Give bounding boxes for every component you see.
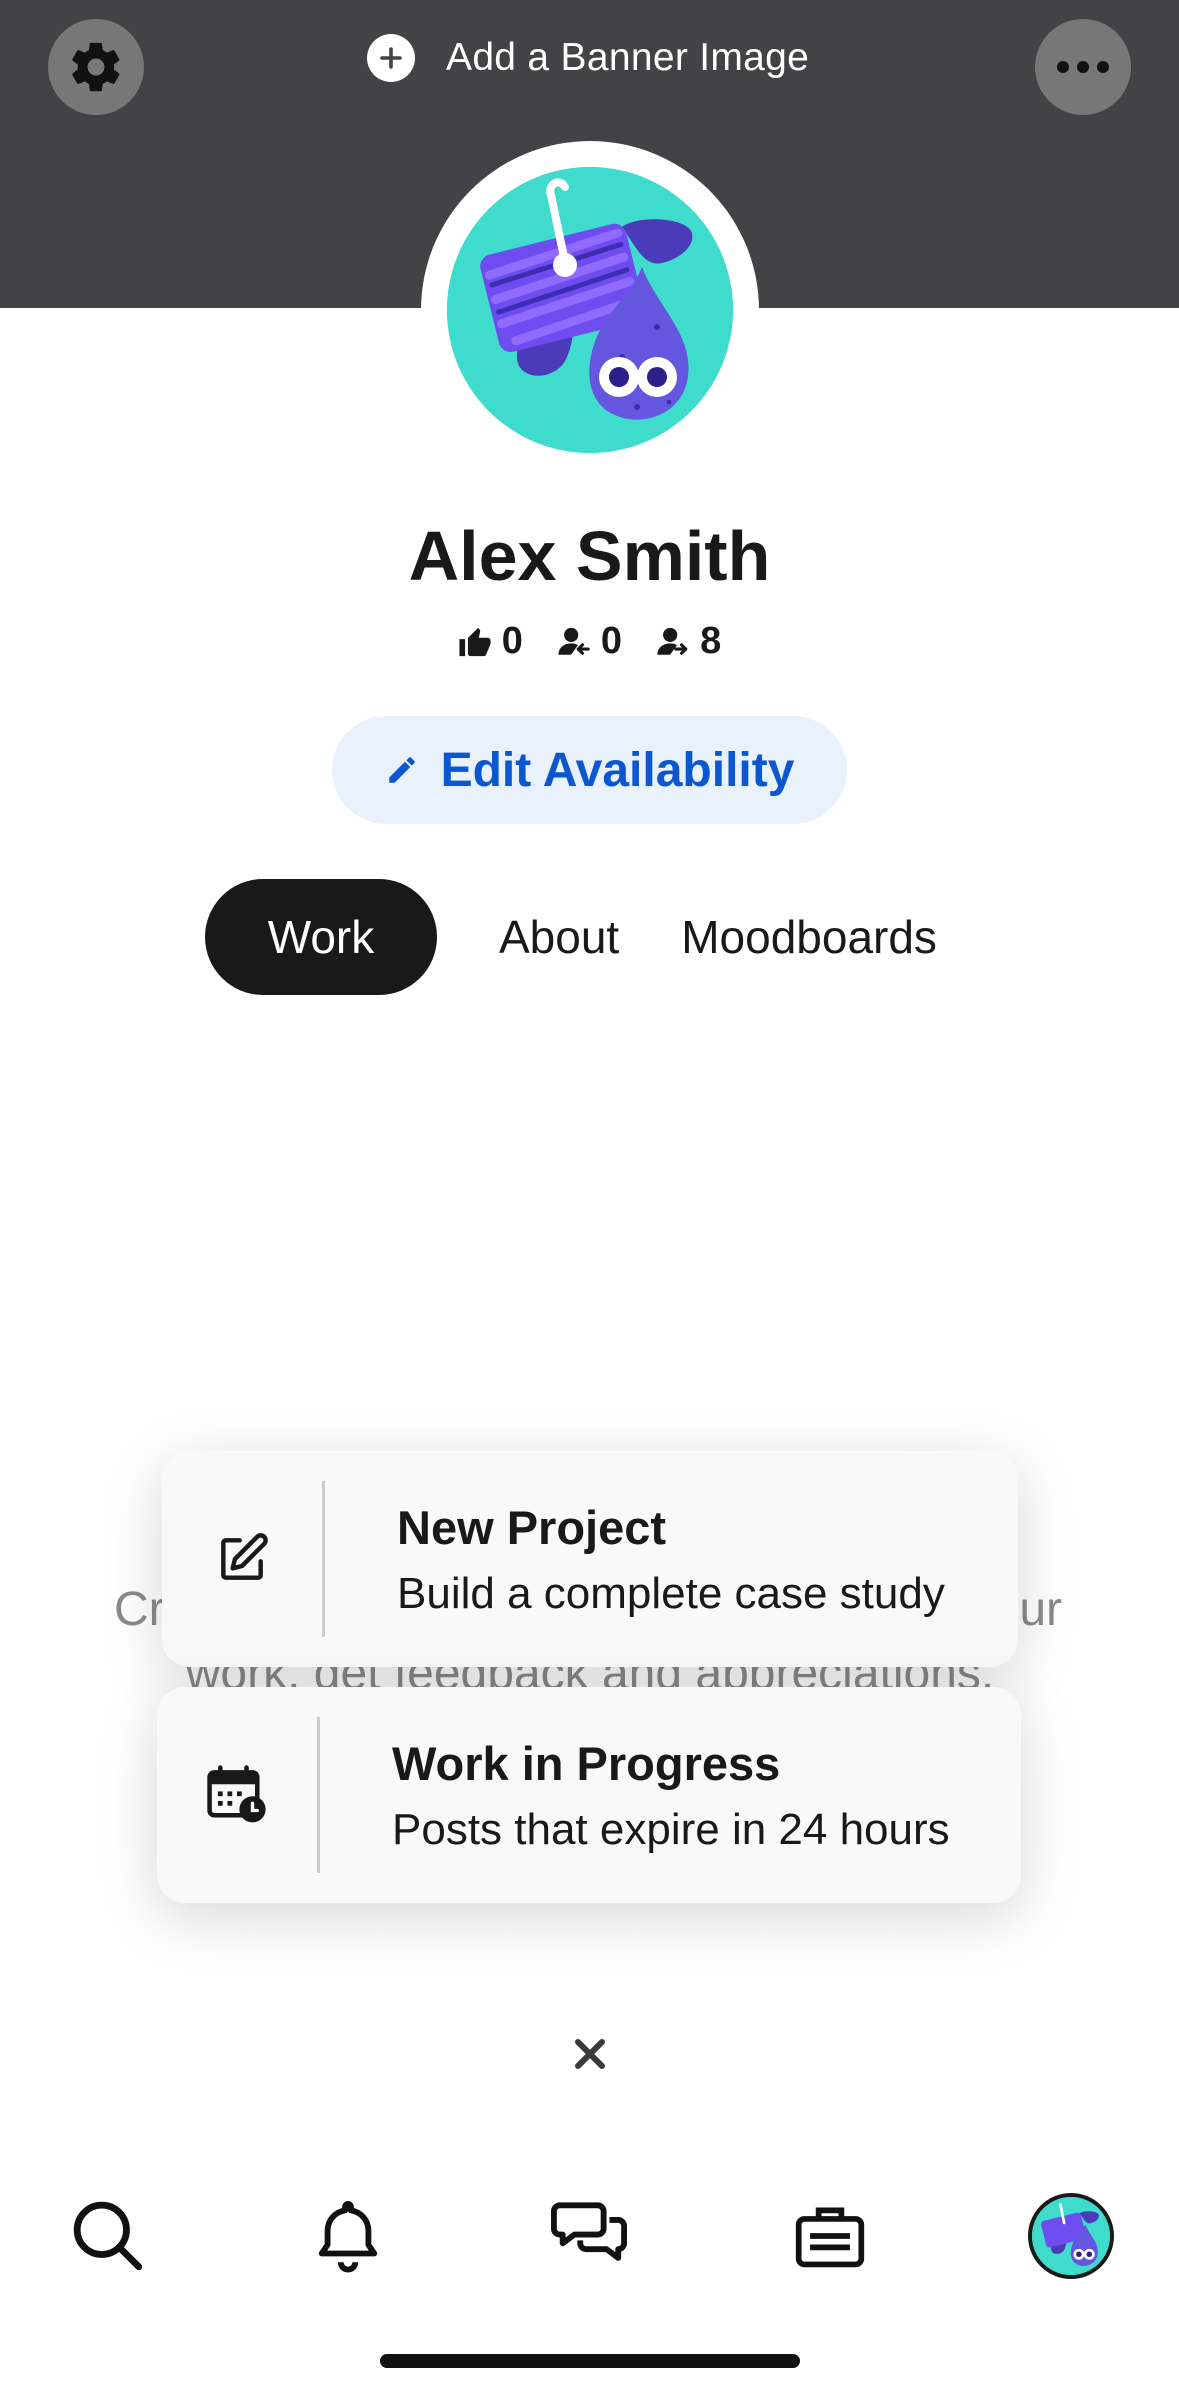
- nav-profile[interactable]: [1021, 2186, 1121, 2286]
- close-menu-button[interactable]: [560, 2024, 620, 2084]
- home-indicator: [380, 2354, 800, 2368]
- avatar-frame: [421, 141, 759, 479]
- appreciations-stat[interactable]: 0: [458, 620, 523, 663]
- profile-tabs: Work About Moodboards: [205, 879, 937, 995]
- nav-messages[interactable]: [539, 2186, 639, 2286]
- gear-icon: [72, 42, 120, 92]
- avatar-illustration: [447, 167, 733, 453]
- close-icon: [575, 2039, 605, 2069]
- profile-name: Alex Smith: [408, 517, 771, 595]
- following-icon: [657, 627, 688, 655]
- edit-availability-button[interactable]: Edit Availability: [332, 716, 847, 824]
- nav-jobs[interactable]: [780, 2186, 880, 2286]
- empty-state-line1-left: Cr: [114, 1583, 165, 1636]
- edit-availability-label: Edit Availability: [440, 743, 795, 797]
- followers-icon: [558, 627, 590, 655]
- following-stat[interactable]: 8: [656, 620, 721, 663]
- profile-stats: 0 0 8: [0, 620, 1179, 663]
- avatar[interactable]: [447, 167, 733, 453]
- avatar-illustration: [1032, 2197, 1110, 2275]
- tab-work[interactable]: Work: [205, 879, 437, 995]
- search-icon: [73, 2201, 143, 2271]
- work-in-progress-subtitle: Posts that expire in 24 hours: [392, 1804, 950, 1854]
- more-options-button[interactable]: [1035, 19, 1131, 115]
- add-banner-label: Add a Banner Image: [446, 36, 810, 79]
- new-project-title: New Project: [397, 1500, 667, 1554]
- new-project-subtitle: Build a complete case study: [397, 1568, 945, 1618]
- following-count: 8: [700, 620, 722, 662]
- briefcase-icon: [795, 2207, 865, 2268]
- bell-icon: [318, 2201, 378, 2273]
- bottom-nav: [0, 2186, 1179, 2286]
- profile-avatar: [1028, 2193, 1114, 2279]
- plus-icon: [367, 34, 415, 82]
- calendar-clock-icon: [207, 1765, 266, 1823]
- messages-icon: [551, 2202, 627, 2261]
- thumbs-up-icon: [459, 627, 491, 656]
- followers-stat[interactable]: 0: [557, 620, 622, 663]
- appreciations-count: 0: [501, 620, 523, 662]
- ellipsis-icon: [1057, 61, 1109, 73]
- edit-square-icon: [221, 1533, 268, 1580]
- pencil-icon: [388, 757, 415, 783]
- add-banner-button[interactable]: Add a Banner Image: [367, 30, 809, 86]
- empty-state-line1-right: ur: [1019, 1583, 1062, 1636]
- nav-notifications[interactable]: [298, 2186, 398, 2286]
- settings-button[interactable]: [48, 19, 144, 115]
- nav-search[interactable]: [58, 2186, 158, 2286]
- new-project-option[interactable]: New Project Build a complete case study: [162, 1451, 1018, 1667]
- tab-moodboards[interactable]: Moodboards: [681, 879, 937, 995]
- followers-count: 0: [600, 620, 623, 662]
- work-in-progress-title: Work in Progress: [392, 1736, 781, 1790]
- work-in-progress-option[interactable]: Work in Progress Posts that expire in 24…: [157, 1687, 1021, 1903]
- tab-about[interactable]: About: [499, 879, 619, 995]
